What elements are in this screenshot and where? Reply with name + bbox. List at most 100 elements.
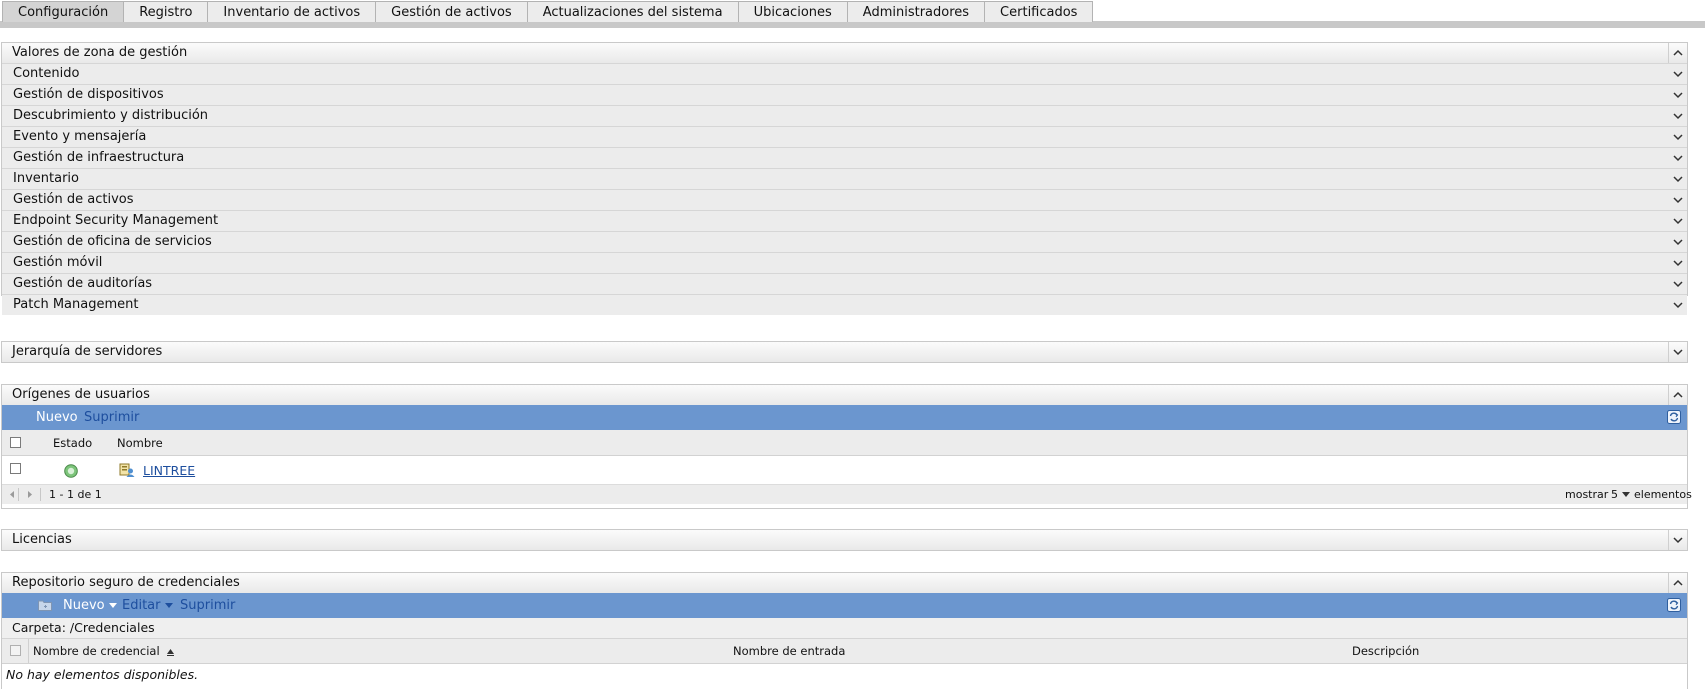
column-credential-name[interactable]: Nombre de credencial — [33, 644, 175, 658]
chevron-down-icon[interactable] — [1669, 64, 1687, 84]
section-gestion-activos[interactable]: Gestión de activos — [2, 189, 1687, 210]
folder-breadcrumb: Carpeta: /Credenciales — [2, 618, 1687, 639]
pager: 1 - 1 de 1 mostrar 5 elementos — [2, 485, 1692, 504]
new-dropdown-button[interactable]: Nuevo — [63, 593, 117, 618]
licenses-panel: Licencias — [1, 529, 1688, 551]
column-estado[interactable]: Estado — [53, 436, 92, 450]
user-sources-grid-header: Estado Nombre — [2, 430, 1687, 456]
tab-administradores[interactable]: Administradores — [846, 1, 986, 22]
column-login-name[interactable]: Nombre de entrada — [733, 644, 845, 658]
table-row[interactable]: LINTREE — [2, 456, 1687, 485]
chevron-up-icon[interactable] — [1668, 385, 1687, 405]
empty-message: No hay elementos disponibles. — [2, 664, 1687, 686]
chevron-down-icon[interactable] — [1669, 127, 1687, 147]
section-inventario[interactable]: Inventario — [2, 168, 1687, 189]
licenses-title: Licencias — [12, 532, 72, 547]
section-oficina-servicios[interactable]: Gestión de oficina de servicios — [2, 231, 1687, 252]
user-source-link[interactable]: LINTREE — [143, 463, 195, 478]
new-folder-icon[interactable] — [38, 598, 52, 615]
edit-dropdown-button[interactable]: Editar — [122, 593, 173, 618]
chevron-down-icon[interactable] — [1669, 211, 1687, 231]
chevron-down-icon[interactable] — [1669, 253, 1687, 273]
section-label: Endpoint Security Management — [13, 213, 219, 228]
section-auditorias[interactable]: Gestión de auditorías — [2, 273, 1687, 294]
tab-certificados[interactable]: Certificados — [984, 1, 1094, 22]
prev-page-icon[interactable] — [8, 485, 16, 510]
new-button[interactable]: Nuevo — [36, 405, 78, 430]
page-size-value: 5 — [1611, 488, 1618, 501]
folder-label: Carpeta: — [12, 620, 66, 635]
column-nombre[interactable]: Nombre — [117, 436, 163, 450]
section-label: Gestión de oficina de servicios — [13, 234, 212, 249]
credential-vault-toolbar: Nuevo Editar Suprimir — [2, 593, 1687, 618]
user-sources-title: Orígenes de usuarios — [12, 387, 150, 402]
tab-ubicaciones[interactable]: Ubicaciones — [737, 1, 848, 22]
credential-vault-panel: Repositorio seguro de credenciales Nuevo… — [1, 572, 1688, 689]
section-label: Inventario — [13, 171, 79, 186]
page-size-select[interactable]: 5 — [1611, 485, 1630, 504]
section-label: Gestión de infraestructura — [13, 150, 185, 165]
sort-ascending-icon — [167, 649, 175, 656]
section-patch-management[interactable]: Patch Management — [2, 294, 1687, 315]
chevron-down-icon[interactable] — [1669, 190, 1687, 210]
licenses-header[interactable]: Licencias — [2, 530, 1687, 550]
user-sources-panel: Orígenes de usuarios Nuevo Suprimir Esta… — [1, 384, 1692, 509]
user-sources-toolbar: Nuevo Suprimir — [2, 405, 1687, 430]
chevron-down-icon[interactable] — [1669, 274, 1687, 294]
refresh-icon[interactable] — [1667, 598, 1681, 616]
new-label: Nuevo — [63, 598, 105, 613]
row-checkbox[interactable] — [10, 463, 21, 474]
user-sources-header[interactable]: Orígenes de usuarios — [2, 385, 1687, 405]
chevron-down-icon[interactable] — [1669, 232, 1687, 252]
section-label: Gestión de activos — [13, 192, 134, 207]
select-all-checkbox — [10, 645, 21, 656]
delete-button[interactable]: Suprimir — [84, 405, 139, 430]
chevron-down-icon[interactable] — [1669, 169, 1687, 189]
section-gestion-dispositivos[interactable]: Gestión de dispositivos — [2, 84, 1687, 105]
chevron-down-icon[interactable] — [1668, 530, 1687, 550]
credential-vault-title: Repositorio seguro de credenciales — [12, 575, 240, 590]
section-label: Contenido — [13, 66, 80, 81]
section-infraestructura[interactable]: Gestión de infraestructura — [2, 147, 1687, 168]
credential-grid-header: Nombre de credencial Nombre de entrada D… — [2, 639, 1687, 664]
zone-settings-header[interactable]: Valores de zona de gestión — [2, 43, 1687, 63]
section-label: Patch Management — [13, 297, 139, 312]
section-descubrimiento[interactable]: Descubrimiento y distribución — [2, 105, 1687, 126]
chevron-down-icon[interactable] — [1669, 106, 1687, 126]
section-evento-mensajeria[interactable]: Evento y mensajería — [2, 126, 1687, 147]
section-endpoint-security[interactable]: Endpoint Security Management — [2, 210, 1687, 231]
server-hierarchy-title: Jerarquía de servidores — [12, 344, 163, 359]
section-label: Gestión de dispositivos — [13, 87, 164, 102]
chevron-down-icon[interactable] — [1669, 85, 1687, 105]
select-all-checkbox[interactable] — [10, 437, 21, 448]
chevron-down-icon[interactable] — [1669, 295, 1687, 315]
chevron-up-icon[interactable] — [1668, 43, 1687, 63]
tab-gestion-activos[interactable]: Gestión de activos — [375, 1, 528, 22]
credential-vault-header[interactable]: Repositorio seguro de credenciales — [2, 573, 1687, 593]
zone-settings-title: Valores de zona de gestión — [12, 45, 188, 60]
folder-path[interactable]: /Credenciales — [70, 620, 155, 635]
section-contenido[interactable]: Contenido — [2, 63, 1687, 84]
chevron-down-icon[interactable] — [1669, 148, 1687, 168]
chevron-down-icon[interactable] — [1668, 342, 1687, 362]
server-hierarchy-header[interactable]: Jerarquía de servidores — [2, 342, 1687, 362]
chevron-up-icon[interactable] — [1668, 573, 1687, 593]
tab-actualizaciones[interactable]: Actualizaciones del sistema — [526, 1, 739, 22]
server-hierarchy-panel: Jerarquía de servidores — [1, 341, 1688, 363]
pager-range: 1 - 1 de 1 — [49, 488, 102, 501]
tab-configuracion[interactable]: Configuración — [2, 1, 125, 22]
section-gestion-movil[interactable]: Gestión móvil — [2, 252, 1687, 273]
column-credential-name-label: Nombre de credencial — [33, 644, 160, 658]
tab-bar: Configuración Registro Inventario de act… — [0, 0, 1705, 28]
next-page-icon[interactable] — [26, 485, 34, 510]
tab-registro[interactable]: Registro — [123, 1, 209, 22]
delete-button[interactable]: Suprimir — [180, 593, 235, 618]
status-ok-icon — [64, 464, 78, 481]
edit-label: Editar — [122, 598, 161, 613]
refresh-icon[interactable] — [1667, 410, 1681, 428]
column-description[interactable]: Descripción — [1352, 644, 1419, 658]
zone-settings-panel: Valores de zona de gestión Contenido Ges… — [1, 42, 1688, 315]
tab-inventario-activos[interactable]: Inventario de activos — [207, 1, 377, 22]
section-label: Gestión de auditorías — [13, 276, 153, 291]
section-label: Descubrimiento y distribución — [13, 108, 209, 123]
